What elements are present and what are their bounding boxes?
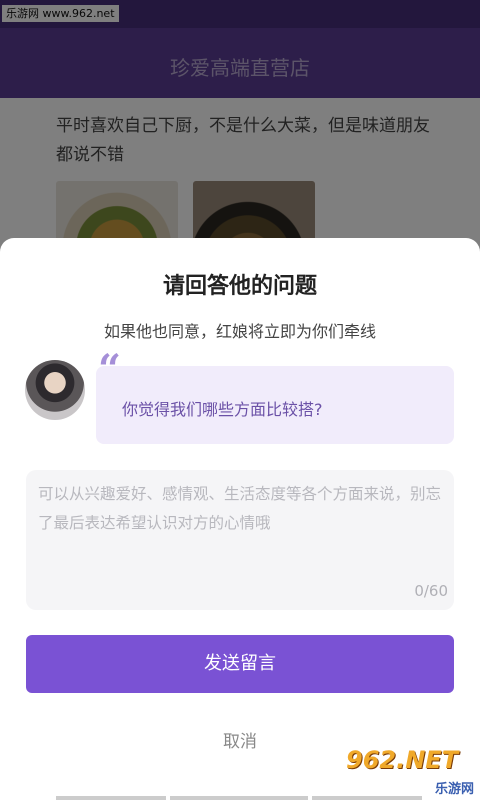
char-counter: 0/60 — [414, 582, 448, 600]
dialog-subtitle: 如果他也同意，红娘将立即为你们牵线 — [103, 322, 376, 341]
logo-text: 962.NET — [346, 746, 459, 774]
avatar — [25, 360, 85, 420]
dialog-title: 请回答他的问题 — [162, 274, 317, 299]
question-text: 你觉得我们哪些方面比较搭? — [122, 400, 323, 419]
answer-question-sheet: 请回答他的问题 如果他也同意，红娘将立即为你们牵线 “ 你觉得我们哪些方面比较搭… — [0, 238, 480, 800]
send-message-button[interactable]: 发送留言 — [26, 635, 454, 693]
cancel-button[interactable]: 取消 — [190, 726, 290, 758]
logo-subtext: 乐游网 — [434, 782, 474, 797]
quote-icon: “ — [98, 346, 122, 393]
site-logo: 962.NET 乐游网 — [346, 746, 478, 798]
message-input[interactable] — [38, 480, 446, 570]
